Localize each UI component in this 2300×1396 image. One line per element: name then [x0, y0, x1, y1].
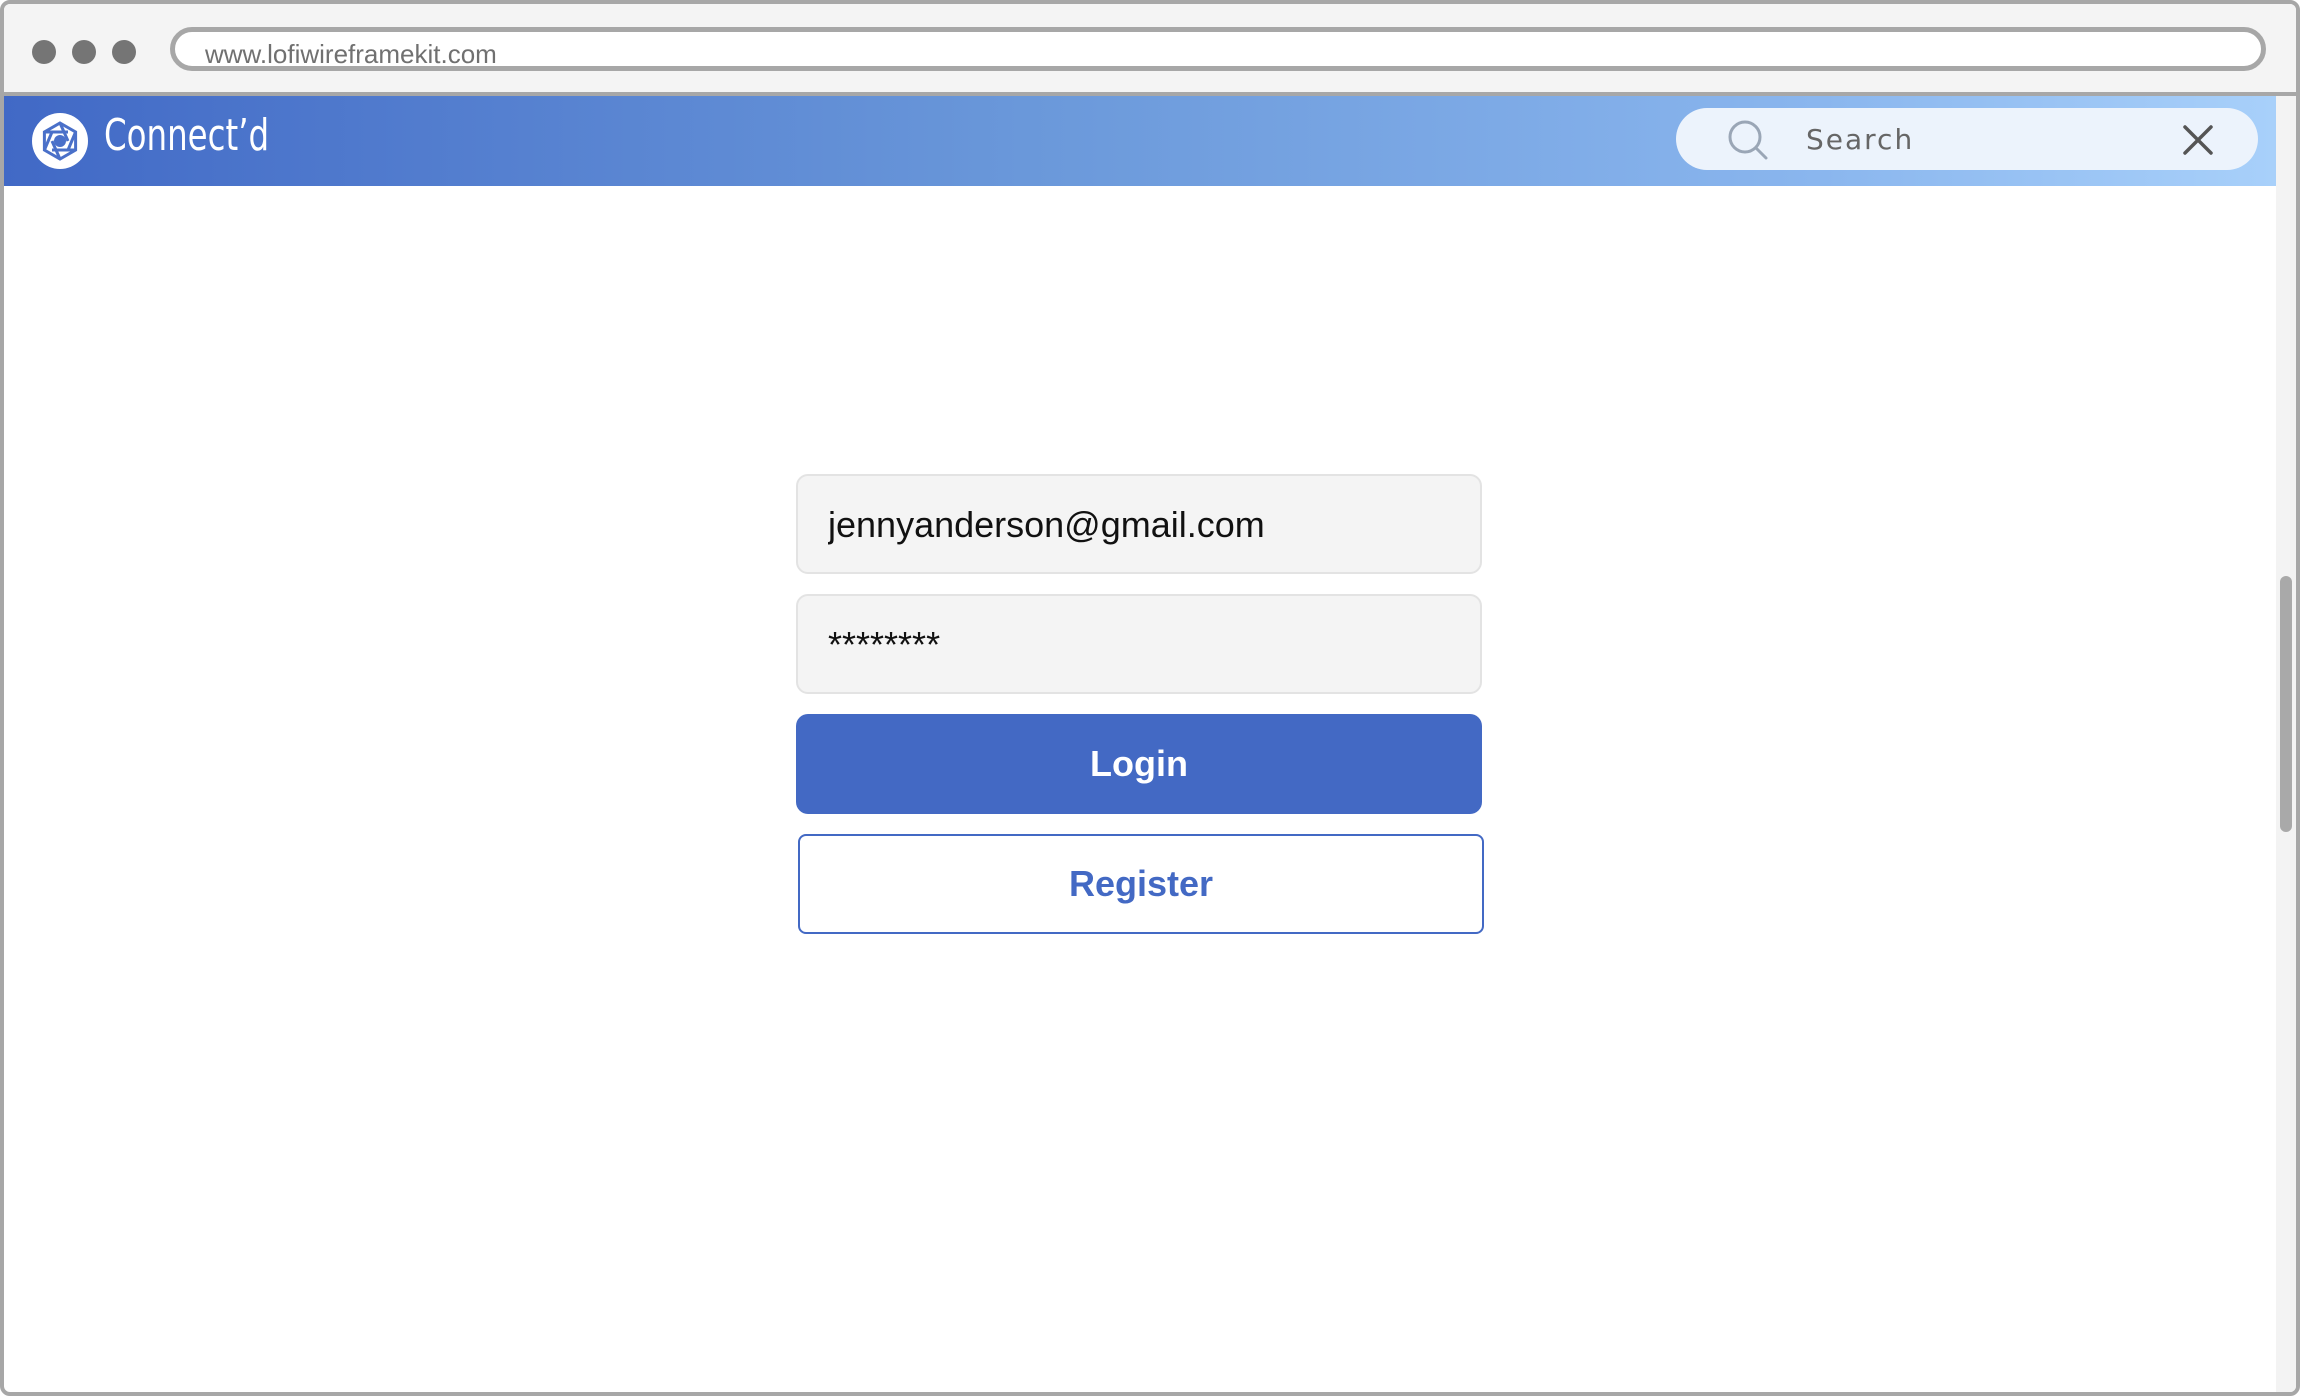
window-dot-maximize[interactable] — [112, 40, 136, 64]
brand-name[interactable]: Connect’d — [104, 110, 269, 161]
vertical-scrollbar[interactable] — [2276, 96, 2296, 1392]
browser-window: www.lofiwireframekit.com Connect’d Searc… — [0, 0, 2300, 1396]
password-field[interactable] — [796, 594, 1482, 694]
window-dot-close[interactable] — [32, 40, 56, 64]
search-bar[interactable] — [1676, 108, 2258, 170]
app-header: Connect’d — [4, 96, 2276, 186]
password-input[interactable] — [828, 618, 1448, 672]
register-button[interactable]: Register — [798, 834, 1484, 934]
search-input[interactable] — [1806, 118, 2166, 160]
aperture-logo-icon — [32, 113, 88, 169]
email-field[interactable] — [796, 474, 1482, 574]
address-bar[interactable]: www.lofiwireframekit.com — [170, 27, 2266, 71]
browser-chrome: www.lofiwireframekit.com — [4, 4, 2296, 96]
close-icon[interactable] — [2182, 124, 2214, 156]
scrollbar-thumb[interactable] — [2280, 576, 2292, 832]
address-bar-url: www.lofiwireframekit.com — [205, 39, 497, 69]
email-input[interactable] — [828, 498, 1448, 552]
search-icon — [1728, 120, 1768, 160]
login-button[interactable]: Login — [796, 714, 1482, 814]
window-dot-minimize[interactable] — [72, 40, 96, 64]
